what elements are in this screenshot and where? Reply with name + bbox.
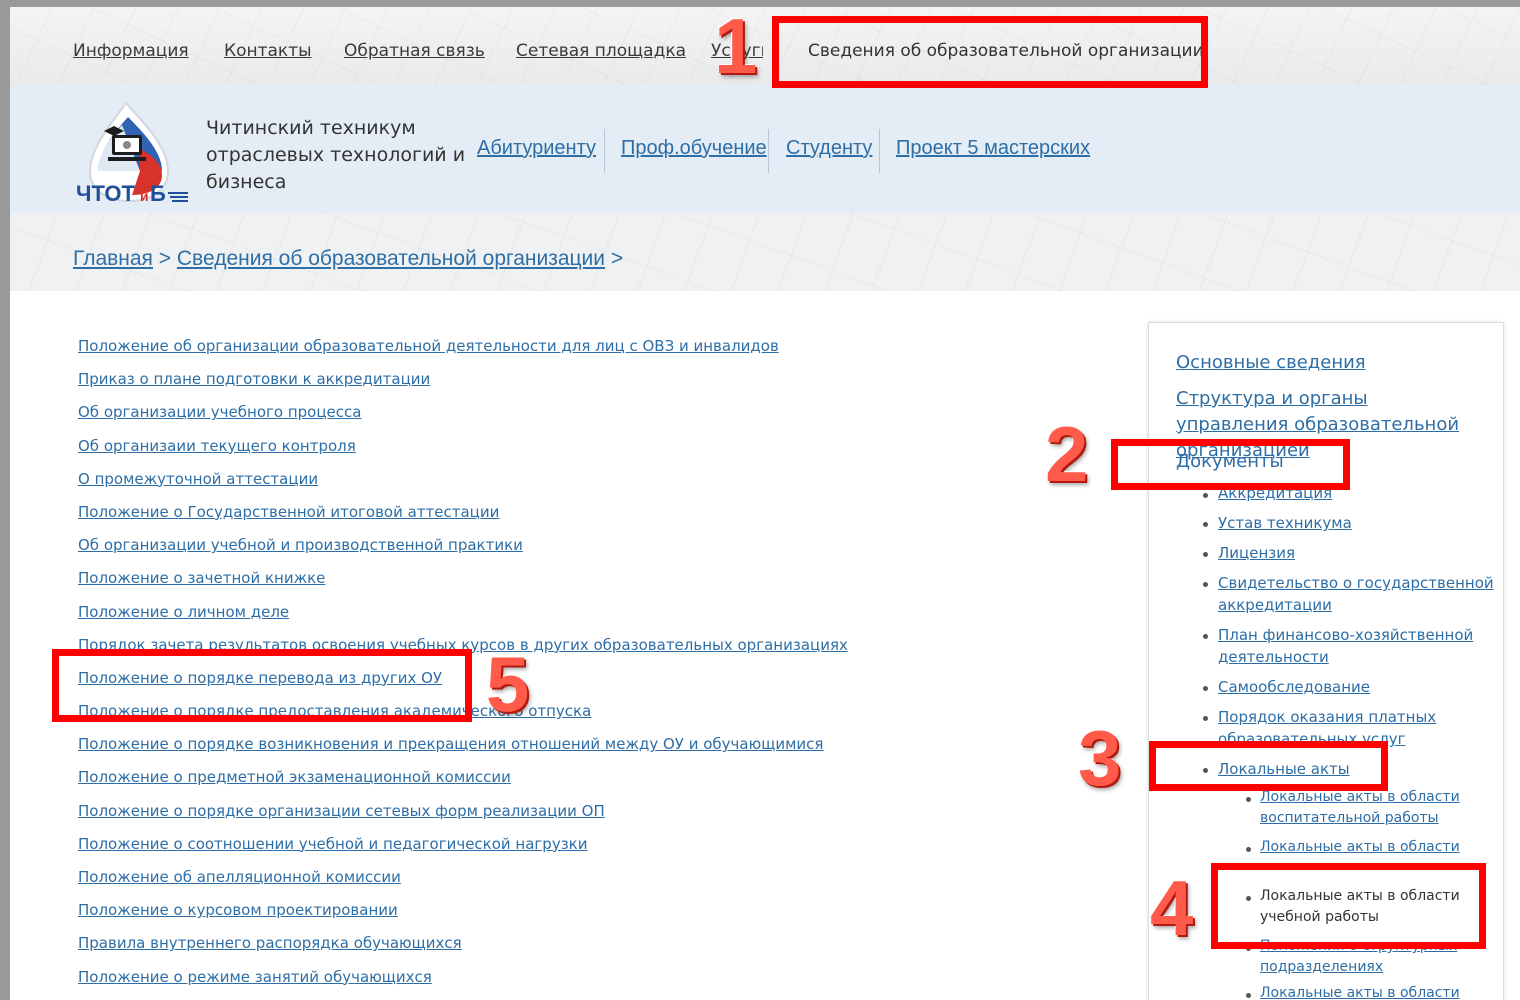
site-header: ЧТОТ и Б Читинский техникум отраслевых т… bbox=[10, 85, 1520, 213]
breadcrumb-home-link[interactable]: Главная bbox=[73, 247, 153, 270]
breadcrumb-org-info-link[interactable]: Сведения об образовательной организации bbox=[177, 247, 605, 270]
list-item: Положение о порядке возникновения и прек… bbox=[78, 735, 848, 768]
sidebar-item-charter[interactable]: Устав техникума bbox=[1218, 512, 1498, 534]
svg-text:ЧТОТ: ЧТОТ bbox=[76, 181, 135, 206]
highlight-box-3 bbox=[1149, 741, 1388, 791]
browser-page: Информация Контакты Обратная связь Сетев… bbox=[10, 7, 1520, 1000]
list-item: Положение о личном деле bbox=[78, 603, 848, 636]
document-link[interactable]: Положение о зачетной книжке bbox=[78, 569, 325, 587]
document-link[interactable]: Положение о соотношении учебной и педаго… bbox=[78, 835, 588, 853]
list-item: Положение об апелляционной комиссии bbox=[78, 868, 848, 901]
menu-applicant-link[interactable]: Абитуриенту bbox=[477, 137, 596, 160]
menu-prof-training-link[interactable]: Проф.обучение bbox=[621, 137, 767, 160]
list-item: Положение о порядке организации сетевых … bbox=[78, 802, 848, 835]
sidebar-item-financial-plan[interactable]: План финансово-хозяйственной деятельност… bbox=[1218, 624, 1498, 668]
highlight-box-5 bbox=[52, 649, 472, 722]
highlight-box-4 bbox=[1211, 863, 1486, 949]
document-link[interactable]: Об организации учебной и производственно… bbox=[78, 536, 523, 554]
document-link[interactable]: Положение о личном деле bbox=[78, 603, 289, 621]
list-item: Правила внутреннего распорядка обучающих… bbox=[78, 934, 848, 967]
topnav-network-link[interactable]: Сетевая площадка bbox=[516, 41, 686, 61]
sidebar-item-license[interactable]: Лицензия bbox=[1218, 542, 1498, 564]
list-item: Об организации учебного процесса bbox=[78, 403, 848, 436]
breadcrumb: Главная > Сведения об образовательной ор… bbox=[73, 247, 624, 270]
list-item: Положение о соотношении учебной и педаго… bbox=[78, 835, 848, 868]
sidebar-item-certificate[interactable]: Свидетельство о государственной аккредит… bbox=[1218, 572, 1498, 616]
svg-text:и: и bbox=[140, 188, 149, 204]
highlight-box-2 bbox=[1111, 439, 1350, 490]
document-link[interactable]: Положение о режиме занятий обучающихся bbox=[78, 968, 432, 986]
list-item: О промежуточной аттестации bbox=[78, 470, 848, 503]
document-link[interactable]: Приказ о плане подготовки к аккредитации bbox=[78, 370, 430, 388]
list-item: Положение о режиме занятий обучающихся bbox=[78, 968, 848, 1000]
document-link[interactable]: Положение о Государственной итоговой атт… bbox=[78, 503, 499, 521]
document-link[interactable]: Правила внутреннего распорядка обучающих… bbox=[78, 934, 462, 952]
document-link[interactable]: Положение о предметной экзаменационной к… bbox=[78, 768, 511, 786]
document-link[interactable]: Об организации учебного процесса bbox=[78, 403, 361, 421]
document-link[interactable]: Положение о порядке возникновения и прек… bbox=[78, 735, 823, 753]
menu-student-link[interactable]: Студенту bbox=[786, 137, 872, 160]
document-link[interactable]: О промежуточной аттестации bbox=[78, 470, 318, 488]
topnav-contacts-link[interactable]: Контакты bbox=[224, 41, 312, 61]
top-nav: Информация Контакты Обратная связь Сетев… bbox=[10, 7, 1520, 85]
document-link[interactable]: Положение об апелляционной комиссии bbox=[78, 868, 401, 886]
list-item: Положение об организации образовательной… bbox=[78, 337, 848, 370]
list-item: Положение о зачетной книжке bbox=[78, 569, 848, 602]
menu-5-workshops-link[interactable]: Проект 5 мастерских bbox=[896, 137, 1090, 160]
list-item: Об организации учебной и производственно… bbox=[78, 536, 848, 569]
list-item: Положение о курсовом проектировании bbox=[78, 901, 848, 934]
topnav-info-link[interactable]: Информация bbox=[73, 41, 189, 61]
topnav-feedback-link[interactable]: Обратная связь bbox=[344, 41, 485, 61]
list-item: Об организаии текущего контроля bbox=[78, 437, 848, 470]
list-item: Положение о предметной экзаменационной к… bbox=[78, 768, 848, 801]
document-link[interactable]: Положение о порядке организации сетевых … bbox=[78, 802, 605, 820]
annotation-number-5: 5 bbox=[486, 640, 530, 728]
document-link[interactable]: Положение о курсовом проектировании bbox=[78, 901, 398, 919]
list-item: Положение о Государственной итоговой атт… bbox=[78, 503, 848, 536]
annotation-number-4: 4 bbox=[1150, 864, 1194, 952]
list-item: Приказ о плане подготовки к аккредитации bbox=[78, 370, 848, 403]
document-link[interactable]: Положение об организации образовательной… bbox=[78, 337, 779, 355]
annotation-number-2: 2 bbox=[1045, 410, 1089, 498]
sidebar-basic-info-link[interactable]: Основные сведения bbox=[1176, 350, 1366, 376]
logo-icon[interactable]: ЧТОТ и Б bbox=[70, 95, 190, 207]
svg-text:Б: Б bbox=[150, 181, 166, 206]
org-name: Читинский техникум отраслевых технологий… bbox=[206, 117, 466, 193]
sidebar-item-self-examination[interactable]: Самообследование bbox=[1218, 676, 1498, 698]
sidebar-subitem-local-acts-more[interactable]: Локальные акты в области bbox=[1260, 983, 1480, 1000]
annotation-number-3: 3 bbox=[1078, 714, 1122, 802]
sidebar-subitem-local-acts-area[interactable]: Локальные акты в области bbox=[1260, 837, 1480, 858]
sidebar-subitem-educational-work[interactable]: Локальные акты в области воспитательной … bbox=[1260, 787, 1480, 829]
annotation-number-1: 1 bbox=[714, 7, 758, 90]
highlight-box-1 bbox=[772, 16, 1208, 88]
document-link[interactable]: Об организаии текущего контроля bbox=[78, 437, 356, 455]
